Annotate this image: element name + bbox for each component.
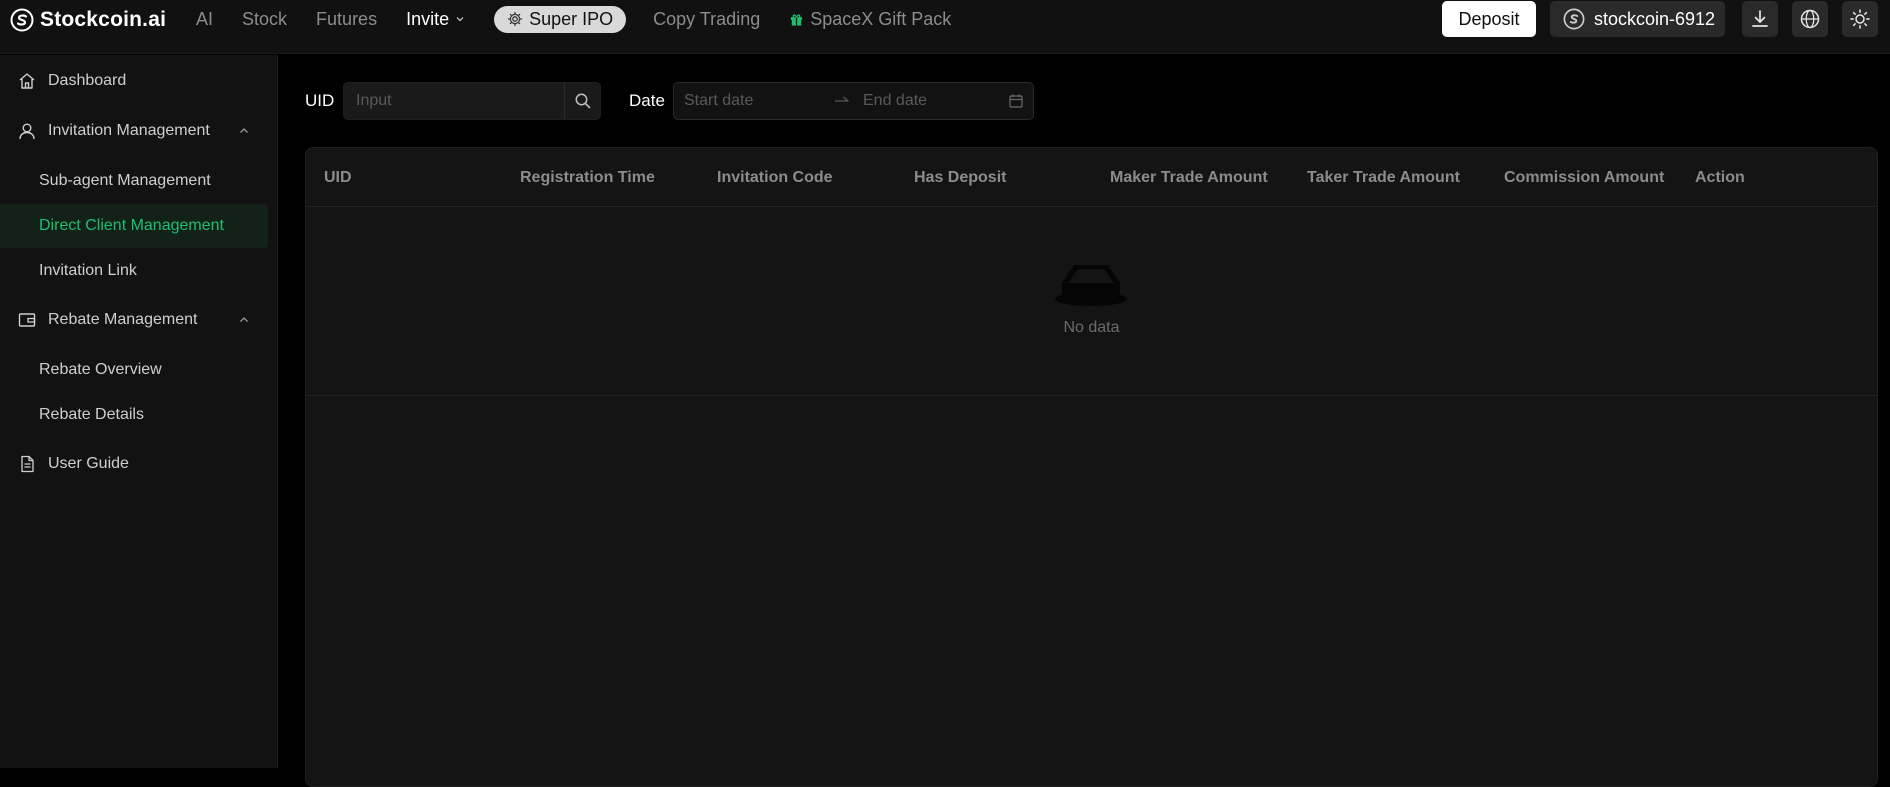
super-ipo-label: Super IPO bbox=[529, 8, 614, 29]
download-button[interactable] bbox=[1742, 1, 1778, 37]
sidebar-item-rebate-details[interactable]: Rebate Details bbox=[0, 393, 268, 437]
brand-name: Stockcoin.ai bbox=[40, 8, 167, 31]
theme-toggle-button[interactable] bbox=[1842, 1, 1878, 37]
user-icon bbox=[19, 123, 35, 140]
account-button[interactable]: stockcoin-6912 bbox=[1550, 1, 1725, 37]
nav-copy-trading[interactable]: Copy Trading bbox=[653, 9, 760, 30]
download-icon bbox=[1752, 10, 1768, 27]
sidebar-item-label: Dashboard bbox=[48, 72, 127, 89]
home-icon bbox=[19, 73, 35, 89]
sidebar-item-label: Invitation Management bbox=[48, 122, 210, 139]
language-button[interactable] bbox=[1792, 1, 1828, 37]
uid-search-button[interactable] bbox=[564, 83, 601, 119]
deposit-button[interactable]: Deposit bbox=[1442, 1, 1536, 37]
chevron-up-icon[interactable] bbox=[238, 314, 250, 326]
arrow-right-icon bbox=[834, 96, 849, 102]
sidebar-item-dashboard[interactable]: Dashboard bbox=[0, 59, 268, 103]
table-header: UID Registration Time Invitation Code Ha… bbox=[306, 148, 1877, 207]
empty-inbox-icon bbox=[1055, 265, 1127, 306]
column-header-has-deposit: Has Deposit bbox=[914, 169, 1007, 186]
calendar-icon bbox=[1009, 94, 1023, 108]
column-header-action: Action bbox=[1695, 169, 1745, 186]
column-header-invitation-code: Invitation Code bbox=[717, 169, 833, 186]
uid-search-box bbox=[343, 82, 601, 120]
gear-icon bbox=[507, 11, 523, 27]
date-filter-label: Date bbox=[629, 91, 665, 110]
stockcoin-logo-icon bbox=[10, 8, 34, 32]
column-header-registration-time: Registration Time bbox=[520, 169, 655, 186]
top-bar: Stockcoin.ai AI Stock Futures Invite Sup… bbox=[0, 0, 1890, 54]
spacex-gift-label: SpaceX Gift Pack bbox=[810, 8, 952, 29]
account-name: stockcoin-6912 bbox=[1594, 8, 1716, 29]
nav-spacex-gift-pack[interactable]: SpaceX Gift Pack bbox=[789, 9, 951, 30]
gift-icon bbox=[791, 13, 803, 26]
sidebar-item-label: User Guide bbox=[48, 455, 129, 472]
end-date-input[interactable]: End date bbox=[863, 92, 927, 110]
wallet-icon bbox=[18, 313, 36, 327]
nav-ai[interactable]: AI bbox=[196, 9, 213, 30]
globe-icon bbox=[1800, 9, 1820, 29]
empty-state: No data bbox=[306, 207, 1877, 396]
brand-logo[interactable]: Stockcoin.ai bbox=[10, 7, 166, 33]
column-header-commission-amount: Commission Amount bbox=[1504, 169, 1665, 186]
start-date-input[interactable]: Start date bbox=[684, 92, 753, 110]
sidebar-item-sub-agent-management[interactable]: Sub-agent Management bbox=[0, 159, 268, 203]
sun-icon bbox=[1850, 9, 1870, 29]
sidebar-item-direct-client-management[interactable]: Direct Client Management bbox=[0, 204, 268, 248]
uid-filter-label: UID bbox=[305, 91, 335, 110]
column-header-taker-trade-amount: Taker Trade Amount bbox=[1307, 169, 1460, 186]
sidebar-item-rebate-management[interactable]: Rebate Management bbox=[0, 298, 268, 342]
main-nav: AI Stock Futures Invite Super IPO Copy T… bbox=[196, 5, 980, 33]
document-icon bbox=[21, 455, 34, 473]
sidebar-item-invitation-management[interactable]: Invitation Management bbox=[0, 109, 268, 153]
chevron-up-icon[interactable] bbox=[238, 125, 250, 137]
sidebar-item-user-guide[interactable]: User Guide bbox=[0, 442, 268, 486]
column-header-uid: UID bbox=[324, 169, 352, 186]
sidebar-item-invitation-link[interactable]: Invitation Link bbox=[0, 249, 268, 293]
nav-super-ipo[interactable]: Super IPO bbox=[494, 5, 627, 33]
account-avatar-icon bbox=[1563, 8, 1585, 30]
sidebar: Dashboard Invitation Management Sub-agen… bbox=[0, 55, 278, 768]
sidebar-item-rebate-overview[interactable]: Rebate Overview bbox=[0, 348, 268, 392]
sidebar-item-label: Rebate Management bbox=[48, 311, 198, 328]
nav-invite-label: Invite bbox=[406, 8, 450, 29]
search-icon bbox=[575, 93, 591, 109]
column-header-maker-trade-amount: Maker Trade Amount bbox=[1110, 169, 1268, 186]
uid-input[interactable] bbox=[344, 83, 564, 119]
nav-futures[interactable]: Futures bbox=[316, 9, 377, 30]
date-range-picker[interactable]: Start date End date bbox=[673, 82, 1034, 120]
chevron-down-icon bbox=[456, 17, 464, 22]
nav-stock[interactable]: Stock bbox=[242, 9, 287, 30]
direct-client-table: UID Registration Time Invitation Code Ha… bbox=[305, 147, 1878, 787]
nav-invite[interactable]: Invite bbox=[406, 9, 465, 30]
empty-state-text: No data bbox=[1063, 319, 1120, 336]
